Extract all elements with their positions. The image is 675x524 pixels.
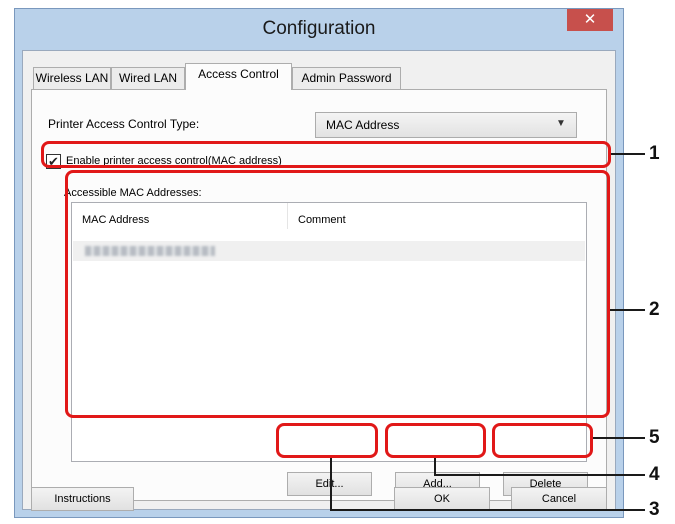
callout-highlight-4 bbox=[385, 423, 486, 458]
close-button[interactable]: ✕ bbox=[567, 9, 613, 31]
callout-line-3 bbox=[330, 509, 645, 511]
cancel-button[interactable]: Cancel bbox=[511, 487, 607, 511]
callout-highlight-5 bbox=[492, 423, 593, 458]
tab-admin-password[interactable]: Admin Password bbox=[292, 67, 401, 89]
access-control-type-label: Printer Access Control Type: bbox=[48, 117, 200, 131]
callout-line-1 bbox=[611, 153, 645, 155]
chevron-down-icon[interactable]: ▼ bbox=[552, 118, 570, 134]
callout-line-4 bbox=[434, 474, 645, 476]
callout-number-5: 5 bbox=[649, 427, 660, 448]
instructions-button[interactable]: Instructions bbox=[31, 487, 134, 511]
tab-wireless-lan[interactable]: Wireless LAN bbox=[33, 67, 111, 89]
window-title: Configuration bbox=[262, 18, 376, 39]
tab-wired-lan[interactable]: Wired LAN bbox=[111, 67, 185, 89]
callout-number-4: 4 bbox=[649, 464, 660, 485]
callout-line-5 bbox=[593, 437, 645, 439]
callout-highlight-2 bbox=[65, 170, 610, 418]
callout-number-1: 1 bbox=[649, 143, 660, 164]
callout-number-2: 2 bbox=[649, 299, 660, 320]
callout-line-2 bbox=[610, 309, 645, 311]
callout-line-3-vertical bbox=[330, 458, 332, 511]
access-control-type-select[interactable]: MAC Address bbox=[315, 112, 577, 138]
callout-highlight-1 bbox=[41, 141, 611, 168]
tab-access-control[interactable]: Access Control bbox=[185, 63, 292, 90]
callout-highlight-3 bbox=[276, 423, 378, 458]
callout-number-3: 3 bbox=[649, 499, 660, 520]
ok-button[interactable]: OK bbox=[394, 487, 490, 511]
title-bar[interactable]: Configuration ✕ bbox=[15, 9, 623, 49]
